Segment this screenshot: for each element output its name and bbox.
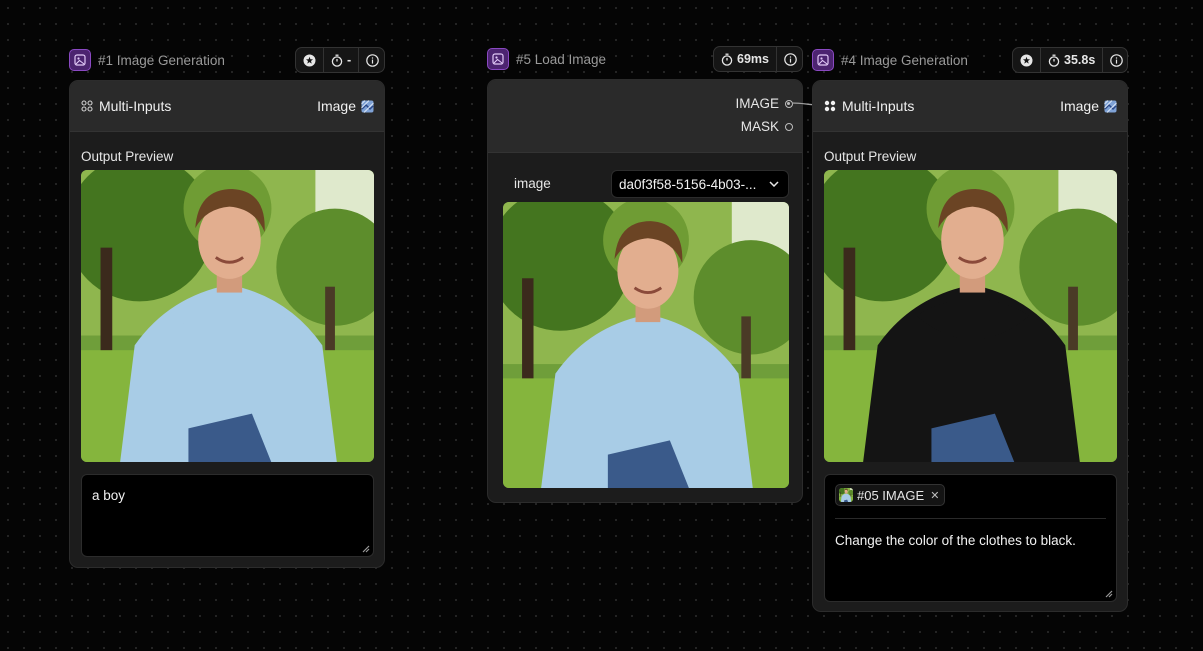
- timer-stat: 35.8s: [1040, 48, 1102, 72]
- node4-stats-bar: 35.8s: [1012, 47, 1128, 73]
- image-output-port[interactable]: IMAGE: [735, 96, 793, 111]
- boy-photo-light-blue-hoodie: [81, 170, 374, 462]
- info-icon: [366, 53, 379, 67]
- execution-time: 69ms: [737, 52, 769, 66]
- execution-time: -: [347, 53, 352, 67]
- boy-photo-light-blue-hoodie: [503, 202, 789, 488]
- chip-divider: [835, 518, 1106, 519]
- multi-inputs-port[interactable]: Multi-Inputs: [81, 98, 171, 114]
- node1-stats-bar: -: [295, 47, 385, 73]
- run-node-button[interactable]: [1013, 48, 1040, 72]
- node-title: #4 Image Generation: [841, 52, 968, 68]
- output-preview-image: [824, 170, 1117, 462]
- selected-file: da0f3f58-5156-4b03-...: [619, 176, 757, 192]
- prompt-textarea[interactable]: a boy: [81, 474, 374, 557]
- info-button[interactable]: [1102, 48, 1130, 72]
- image-node-icon: [812, 49, 834, 71]
- resize-handle-icon[interactable]: [362, 545, 370, 553]
- multi-inputs-label: Multi-Inputs: [99, 98, 172, 114]
- image-output-label: Image: [317, 98, 356, 114]
- output-preview-label: Output Preview: [81, 149, 174, 164]
- resize-handle-icon[interactable]: [1105, 590, 1113, 598]
- image-file-select[interactable]: da0f3f58-5156-4b03-...: [611, 170, 789, 198]
- stopwatch-icon: [1048, 54, 1060, 67]
- multi-inputs-port[interactable]: Multi-Inputs: [824, 98, 914, 114]
- grid-dots-icon: [81, 100, 93, 112]
- image-output-label: Image: [1060, 98, 1099, 114]
- prompt-editor[interactable]: #05 IMAGE ✕ Change the color of the clot…: [824, 474, 1117, 602]
- stopwatch-icon: [721, 53, 733, 66]
- node1-title-row: #1 Image Generation: [69, 47, 225, 73]
- info-icon: [1110, 53, 1124, 67]
- port-empty-icon[interactable]: [785, 122, 793, 131]
- node-header: Multi-Inputs Image: [70, 81, 384, 132]
- multi-inputs-label: Multi-Inputs: [842, 98, 915, 114]
- star-badge-icon: [1020, 54, 1033, 66]
- info-button[interactable]: [358, 48, 386, 72]
- node5-title-row: #5 Load Image: [487, 46, 606, 72]
- image-output-port[interactable]: Image: [1060, 98, 1117, 114]
- mask-output-label: MASK: [740, 119, 779, 134]
- star-badge-icon: [303, 54, 316, 66]
- image-node-icon: [487, 48, 509, 70]
- info-button[interactable]: [775, 47, 804, 71]
- image-type-icon: [1104, 99, 1117, 113]
- chip-label: #05 IMAGE: [857, 487, 925, 503]
- node-title: #5 Load Image: [516, 51, 607, 67]
- timer-stat: -: [323, 48, 358, 72]
- node5-stats-bar: 69ms: [713, 46, 803, 72]
- loaded-image-preview: [503, 202, 789, 488]
- image-output-label: IMAGE: [735, 96, 779, 111]
- outputs-header: IMAGE MASK: [488, 80, 802, 153]
- mask-output-port[interactable]: MASK: [741, 119, 793, 134]
- remove-chip-icon[interactable]: ✕: [930, 489, 939, 502]
- image-generation-node-1[interactable]: Multi-Inputs Image Output Preview a boy: [69, 80, 385, 568]
- image-reference-chip[interactable]: #05 IMAGE ✕: [835, 484, 946, 506]
- chip-thumbnail: [839, 488, 853, 502]
- run-node-button[interactable]: [296, 48, 323, 72]
- boy-photo-black-hoodie: [824, 170, 1117, 462]
- load-image-node[interactable]: IMAGE MASK image da0f3f58-5156-4b03-...: [487, 79, 803, 503]
- grid-dots-icon: [824, 100, 836, 112]
- info-icon: [784, 52, 797, 66]
- chevron-down-icon: [769, 181, 779, 187]
- image-output-port[interactable]: Image: [317, 98, 374, 114]
- prompt-text: a boy: [92, 488, 126, 503]
- node-header: Multi-Inputs Image: [813, 81, 1127, 132]
- stopwatch-icon: [331, 54, 343, 67]
- image-generation-node-4[interactable]: Multi-Inputs Image Output Preview #05 IM…: [812, 80, 1128, 612]
- output-preview-label: Output Preview: [824, 149, 917, 164]
- prompt-text: Change the color of the clothes to black…: [835, 533, 1076, 548]
- node4-title-row: #4 Image Generation: [812, 47, 968, 73]
- output-preview-image: [81, 170, 374, 462]
- image-field-label: image: [514, 176, 551, 191]
- execution-time: 35.8s: [1064, 53, 1096, 67]
- node-title: #1 Image Generation: [98, 52, 225, 68]
- timer-stat: 69ms: [714, 47, 776, 71]
- image-type-icon: [361, 99, 374, 113]
- image-node-icon: [69, 49, 91, 71]
